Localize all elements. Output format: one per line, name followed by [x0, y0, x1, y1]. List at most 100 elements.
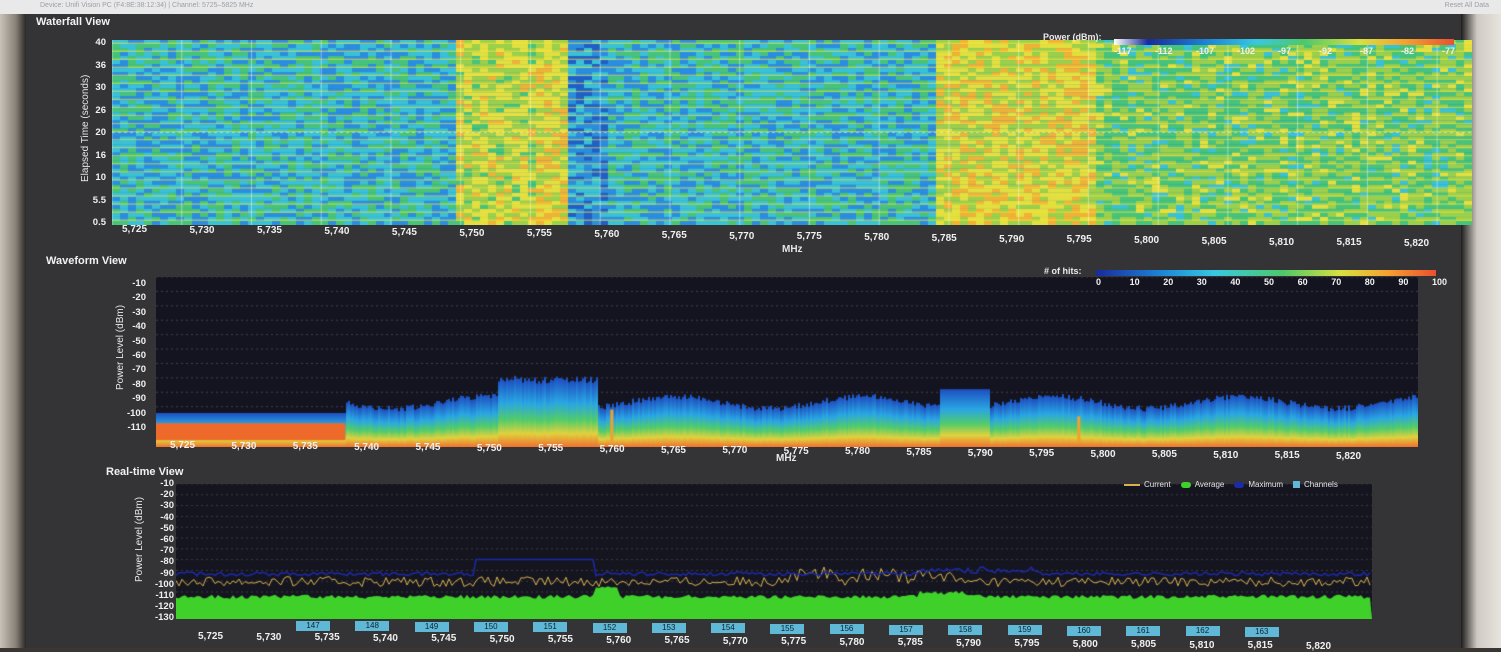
y-tick: -30	[160, 500, 174, 512]
x-tick: 5,735	[256, 225, 282, 237]
x-tick: 5,745	[415, 442, 441, 454]
channel-marker[interactable]: 156	[829, 624, 864, 635]
y-tick: -100	[126, 407, 146, 419]
channel-marker[interactable]: 160	[1066, 625, 1101, 636]
y-tick: 0.5	[92, 217, 106, 228]
channel-marker[interactable]: 163	[1244, 626, 1279, 637]
legend-channels[interactable]: Channels	[1293, 480, 1338, 489]
y-tick: -60	[160, 534, 174, 545]
legend-average-label: Average	[1194, 480, 1225, 489]
x-tick: 5,800	[1134, 235, 1160, 247]
x-tick: 5,800	[1072, 638, 1098, 650]
x-tick: 5,765	[660, 444, 686, 456]
y-tick: -110	[127, 422, 147, 433]
x-tick: 5,730	[189, 224, 215, 236]
y-tick: 26	[95, 104, 106, 116]
channel-marker[interactable]: 150	[473, 622, 508, 633]
hits-legend-title: # of hits:	[1044, 266, 1082, 276]
channel-marker[interactable]: 151	[533, 622, 568, 633]
device-info-text: Device: Unifi Vision PC (F4:8E:38:12:34)…	[40, 2, 254, 9]
y-tick: -70	[132, 364, 146, 376]
channel-marker[interactable]: 153	[651, 623, 686, 634]
realtime-plot[interactable]	[176, 484, 1372, 619]
x-tick: 5,745	[391, 226, 417, 238]
realtime-title: Real-time View	[106, 466, 184, 478]
x-tick: 5,815	[1274, 450, 1300, 462]
x-tick: 5,730	[231, 440, 257, 452]
channel-marker[interactable]: 149	[414, 621, 449, 632]
x-tick: 5,785	[897, 637, 923, 649]
x-tick: 5,805	[1131, 639, 1157, 651]
channel-marker[interactable]: 155	[770, 623, 805, 634]
legend-maximum[interactable]: Maximum	[1234, 480, 1283, 489]
legend-maximum-label: Maximum	[1248, 480, 1284, 489]
legend-tick: -107	[1196, 46, 1215, 56]
y-tick: -90	[132, 393, 146, 405]
x-tick: 5,795	[1066, 234, 1092, 246]
channel-marker[interactable]: 154	[711, 623, 746, 634]
legend-tick: 10	[1129, 277, 1140, 287]
waveform-plot[interactable]	[156, 277, 1418, 447]
channel-marker[interactable]: 148	[355, 621, 390, 632]
x-tick: 5,820	[1306, 641, 1332, 652]
x-tick: 5,735	[292, 441, 318, 453]
legend-tick: 70	[1331, 277, 1342, 287]
y-tick: -90	[160, 567, 174, 579]
legend-tick: 40	[1230, 277, 1241, 287]
legend-tick: 50	[1264, 277, 1275, 287]
x-tick: 5,765	[664, 635, 690, 647]
x-tick: 5,750	[476, 442, 502, 454]
channel-marker[interactable]: 157	[889, 624, 923, 635]
x-tick: 5,740	[354, 441, 380, 453]
legend-tick: -117	[1114, 46, 1132, 56]
y-tick: -50	[132, 335, 146, 347]
x-tick: 5,725	[122, 224, 148, 235]
x-tick: 5,740	[372, 632, 398, 644]
x-tick: 5,800	[1090, 448, 1116, 460]
y-tick: -110	[155, 590, 175, 601]
x-tick: 5,760	[594, 229, 620, 241]
x-tick: 5,805	[1151, 449, 1177, 461]
legend-tick: 30	[1196, 277, 1207, 287]
waveform-xlabel: MHz	[776, 453, 797, 464]
y-tick: 30	[95, 82, 106, 93]
power-legend-title: Power (dBm):	[1043, 32, 1102, 42]
y-tick: 16	[95, 149, 106, 161]
legend-current-label: Current	[1144, 480, 1171, 489]
background-wall-left	[0, 14, 26, 648]
x-tick: 5,745	[431, 633, 457, 645]
y-tick: -10	[132, 278, 146, 289]
x-tick: 5,770	[729, 230, 755, 242]
x-tick: 5,735	[314, 632, 340, 644]
x-tick: 5,805	[1201, 235, 1227, 247]
legend-average[interactable]: Average	[1180, 480, 1225, 489]
legend-current[interactable]: Current	[1124, 480, 1171, 489]
x-tick: 5,785	[931, 232, 957, 244]
power-legend-colorbar	[1114, 39, 1454, 45]
x-tick: 5,730	[256, 631, 282, 643]
y-tick: -20	[132, 292, 146, 304]
x-tick: 5,760	[606, 634, 632, 646]
waterfall-plot[interactable]	[112, 40, 1472, 225]
channel-marker[interactable]: 147	[296, 621, 330, 631]
channel-marker[interactable]: 161	[1126, 625, 1161, 636]
x-tick: 5,760	[599, 444, 625, 456]
channel-marker[interactable]: 162	[1185, 626, 1220, 637]
channel-marker[interactable]: 158	[948, 624, 983, 635]
y-tick: -80	[132, 378, 146, 390]
y-tick: -70	[160, 545, 174, 557]
channel-marker[interactable]: 159	[1007, 625, 1042, 636]
waterfall-xlabel: MHz	[782, 244, 803, 255]
x-tick: 5,755	[526, 228, 552, 240]
x-tick: 5,785	[906, 446, 932, 458]
channel-marker[interactable]: 152	[592, 622, 627, 633]
x-tick: 5,790	[999, 233, 1025, 245]
legend-tick: -112	[1155, 46, 1173, 56]
x-tick: 5,815	[1247, 640, 1273, 652]
y-tick: -30	[132, 306, 146, 318]
reset-all-data-link[interactable]: Reset All Data	[1445, 2, 1489, 9]
legend-tick: 90	[1398, 277, 1409, 287]
y-tick: -120	[154, 601, 174, 613]
legend-tick: 80	[1364, 277, 1375, 287]
x-tick: 5,810	[1213, 449, 1239, 461]
